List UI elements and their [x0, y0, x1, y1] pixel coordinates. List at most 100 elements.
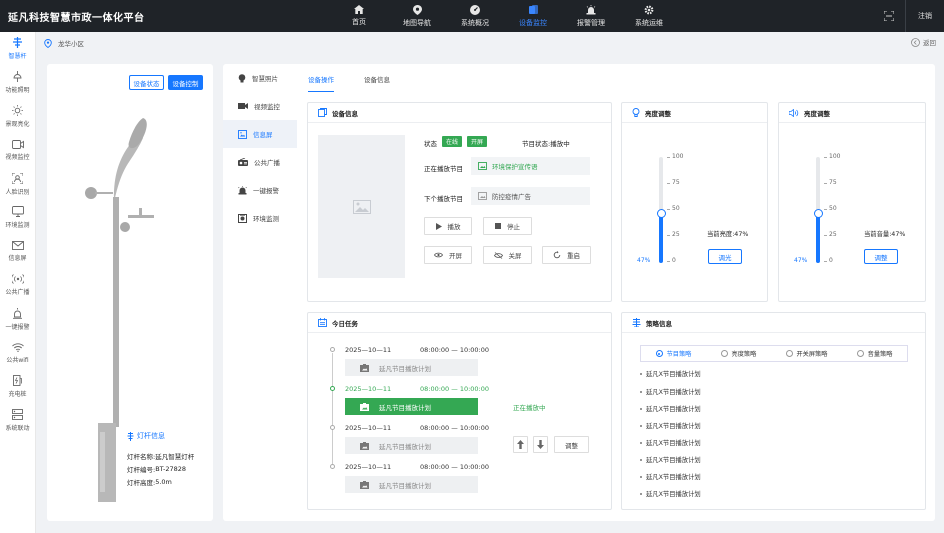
plan-item[interactable]: 延凡X节目播放计划 [640, 455, 701, 464]
sidebar-item-charger[interactable]: 充电桩 [0, 370, 35, 404]
tick-line [667, 183, 670, 184]
adjust-volume-button[interactable]: 调整 [864, 249, 898, 264]
wifi-icon [11, 342, 24, 352]
sidebar-item-info-screen[interactable]: 信息屏 [0, 235, 35, 269]
back-icon [911, 37, 920, 47]
sidebar-item-face[interactable]: 人脸识别 [0, 167, 35, 201]
task-item-active[interactable]: 延凡节目播放计划 [345, 398, 478, 415]
submenu-environment[interactable]: 环境监测 [223, 204, 297, 232]
strategy-tab-program[interactable]: 节目策略 [655, 349, 691, 358]
submenu-broadcast[interactable]: 公共广播 [223, 148, 297, 176]
volume-tick: 75 [829, 179, 837, 186]
program-icon [360, 480, 369, 489]
brightness-knob[interactable] [656, 208, 666, 218]
speaker-icon [789, 108, 799, 117]
tick-line [667, 235, 670, 236]
plan-item[interactable]: 延凡X节目播放计划 [640, 404, 701, 413]
timeline-dot-active [330, 386, 335, 391]
fullscreen-button[interactable] [872, 0, 906, 32]
sidebar-item-alarm[interactable]: 一键报警 [0, 302, 35, 336]
timeline-dot [330, 425, 335, 430]
nav-label: 系统概况 [461, 18, 489, 27]
logout-button[interactable]: 注销 [906, 11, 944, 21]
video-camera-icon [238, 103, 248, 109]
nav-ops[interactable]: 系统运维 [620, 0, 678, 32]
submenu-label: 环境监测 [253, 215, 279, 223]
plan-item[interactable]: 延凡X节目播放计划 [640, 438, 701, 447]
stop-button[interactable]: 停止 [483, 217, 532, 235]
plan-item[interactable]: 延凡X节目播放计划 [640, 489, 701, 498]
volume-tick: 25 [829, 231, 837, 238]
brightness-tick: 75 [672, 179, 680, 186]
nav-alarm[interactable]: 报警管理 [562, 0, 620, 32]
tab-device-operation[interactable]: 设备操作 [308, 74, 334, 92]
home-icon [354, 5, 364, 14]
sidebar-item-lighting[interactable]: 功能照明 [0, 66, 35, 100]
sidebar-item-wifi[interactable]: 公共wifi [0, 336, 35, 370]
adjust-task-button[interactable]: 调整 [554, 436, 589, 453]
eye-off-icon [493, 251, 503, 259]
volume-fill [816, 213, 820, 263]
task-item[interactable]: 延凡节目播放计划 [345, 476, 478, 493]
sidebar-item-broadcast[interactable]: 公共广播 [0, 269, 35, 303]
submenu-video[interactable]: 视频监控 [223, 92, 297, 120]
strategy-tabs: 节目策略 亮度策略 开关屏策略 音量策略 [640, 345, 908, 362]
sidebar-item-landscape[interactable]: 景观亮化 [0, 100, 35, 134]
timeline-line [332, 353, 333, 467]
smart-pole-icon [13, 37, 22, 49]
plan-item[interactable]: 延凡X节目播放计划 [640, 387, 701, 396]
strategy-tab-screen-switch[interactable]: 开关屏策略 [785, 349, 827, 358]
top-bar: 延凡科技智慧市政一体化平台 首页 地图导航 系统概况 设备监控 报警管理 系统运… [0, 0, 944, 32]
sidebar-item-label: 充电桩 [8, 391, 27, 399]
sidebar-item-label: 一键报警 [5, 323, 30, 331]
move-down-button[interactable] [533, 436, 548, 453]
task-time: 08:00:00 — 10:00:00 [420, 463, 490, 471]
now-playing-field: 环境保护宣传语 [471, 157, 590, 175]
sidebar-item-linkage[interactable]: 系统联动 [0, 404, 35, 438]
screen-off-button[interactable]: 关屏 [483, 246, 532, 264]
play-button[interactable]: 播放 [424, 217, 472, 235]
info-screen-icon [238, 129, 247, 139]
device-control-button[interactable]: 设备控制 [168, 75, 203, 90]
back-button[interactable]: 返回 [911, 37, 936, 47]
submenu-smart-photo[interactable]: 智慧照片 [223, 64, 297, 92]
sidebar-item-environment[interactable]: 环境监测 [0, 201, 35, 235]
lamp-icon [13, 71, 22, 83]
plan-item[interactable]: 延凡X节目播放计划 [640, 421, 701, 430]
tab-device-info[interactable]: 设备信息 [364, 74, 390, 92]
screen-off-label: 关屏 [508, 252, 522, 260]
nav-home[interactable]: 首页 [330, 0, 388, 32]
plan-label: 延凡X节目播放计划 [646, 440, 701, 447]
strategy-tab-label: 亮度策略 [731, 351, 757, 358]
nav-overview[interactable]: 系统概况 [446, 0, 504, 32]
screen-on-label: 开屏 [449, 252, 462, 260]
sidebar-item-smart-pole[interactable]: 智慧杆 [0, 32, 35, 66]
strategy-tab-brightness[interactable]: 亮度策略 [720, 349, 757, 358]
move-up-button[interactable] [513, 436, 528, 453]
radio-indicator [720, 350, 728, 357]
pole-code-value: BT-27828 [155, 464, 187, 473]
screen-on-button[interactable]: 开屏 [424, 246, 472, 264]
strategy-tab-volume[interactable]: 音量策略 [856, 349, 892, 358]
volume-title: 亮度调整 [804, 109, 830, 118]
sidebar-item-video[interactable]: 视频监控 [0, 133, 35, 167]
nav-map[interactable]: 地图导航 [388, 0, 446, 32]
volume-tick: 100 [829, 153, 841, 160]
radio-indicator [856, 350, 864, 357]
task-name: 延凡节目播放计划 [379, 481, 431, 490]
task-name: 延凡节目播放计划 [379, 364, 431, 373]
task-item[interactable]: 延凡节目播放计划 [345, 437, 478, 454]
dim-button[interactable]: 调光 [708, 249, 742, 264]
plan-item[interactable]: 延凡X节目播放计划 [640, 369, 701, 378]
nav-device-monitor[interactable]: 设备监控 [504, 0, 562, 32]
play-icon [435, 222, 442, 230]
plan-item[interactable]: 延凡X节目播放计划 [640, 472, 701, 481]
breadcrumb-location[interactable]: 龙华小区 [58, 38, 84, 48]
device-status-button[interactable]: 设备状态 [129, 75, 164, 90]
volume-knob[interactable] [813, 208, 823, 218]
task-item[interactable]: 延凡节目播放计划 [345, 359, 478, 376]
restart-button[interactable]: 重启 [542, 246, 591, 264]
submenu-info-screen[interactable]: 信息屏 [223, 120, 297, 148]
submenu-label: 视频监控 [254, 103, 280, 111]
submenu-alarm[interactable]: 一键报警 [223, 176, 297, 204]
